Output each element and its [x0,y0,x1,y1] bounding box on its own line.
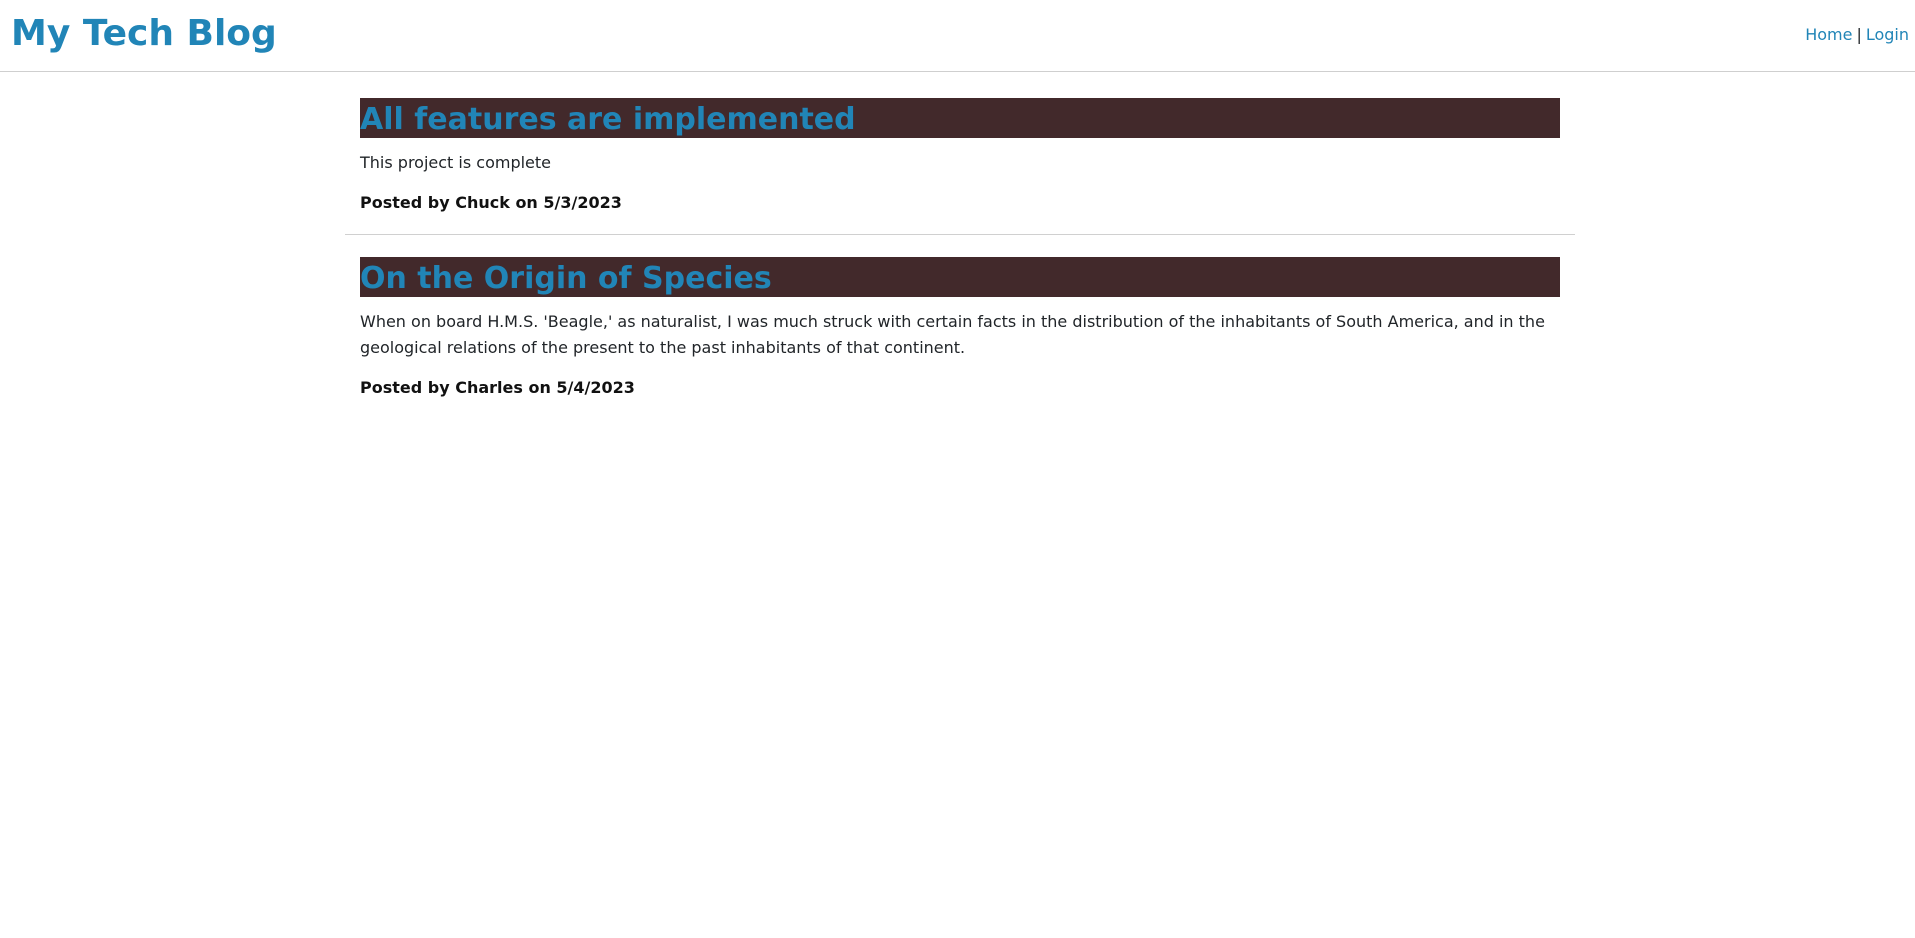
nav-login-link[interactable]: Login [1866,25,1909,44]
post-meta: Posted by Charles on 5/4/2023 [360,378,635,397]
site-title-link[interactable]: My Tech Blog [11,8,277,60]
post-card: All features are implemented This projec… [345,72,1575,234]
post-title[interactable]: On the Origin of Species [360,257,1560,297]
post-body: This project is complete [360,153,551,172]
nav-home-link[interactable]: Home [1805,25,1852,44]
post-title[interactable]: All features are implemented [360,98,1560,138]
post-card: On the Origin of Species When on board H… [345,234,1575,419]
nav-separator: | [1856,25,1862,44]
top-nav: Home | Login [1805,24,1909,46]
post-meta: Posted by Chuck on 5/3/2023 [360,193,622,212]
post-list: All features are implemented This projec… [345,72,1575,419]
site-header: My Tech Blog Home | Login [0,0,1915,72]
post-body: When on board H.M.S. 'Beagle,' as natura… [360,312,1545,357]
